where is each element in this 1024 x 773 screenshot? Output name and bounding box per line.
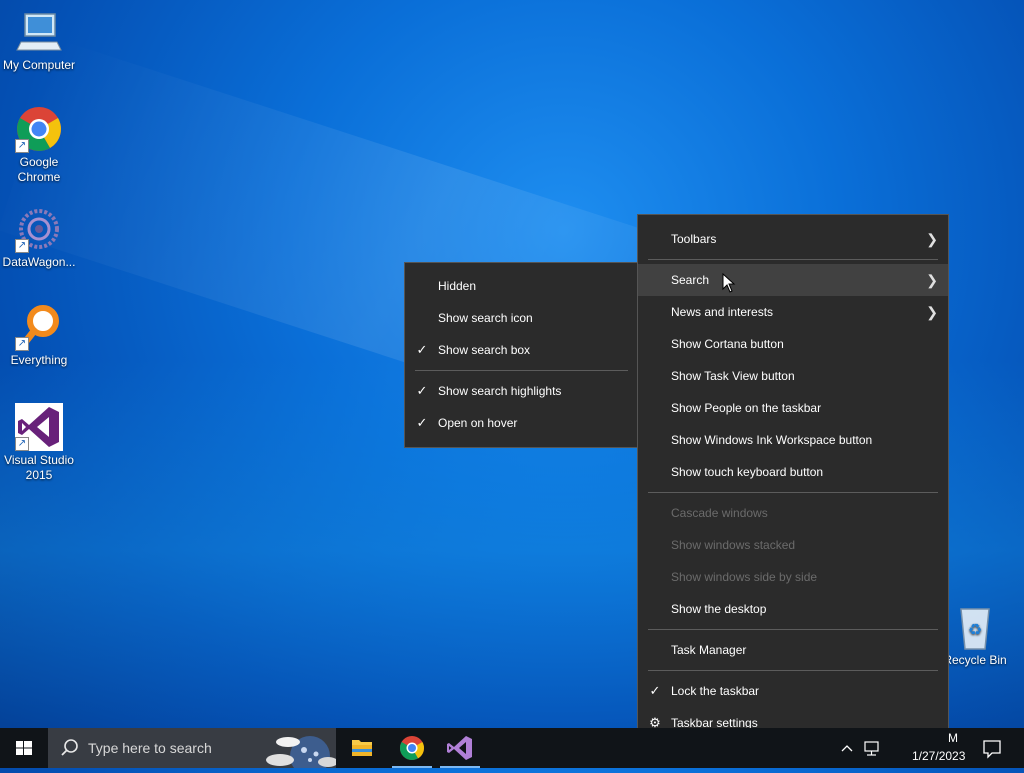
menu-separator bbox=[648, 259, 938, 260]
taskbar-visual-studio[interactable] bbox=[436, 728, 484, 768]
action-center-button[interactable] bbox=[980, 728, 1004, 768]
menu-item-label: Task Manager bbox=[671, 643, 747, 657]
desktop-icon-visual-studio[interactable]: ↗ Visual Studio 2015 bbox=[0, 403, 78, 483]
menu-item-label: Show search box bbox=[438, 343, 531, 357]
menu-item-label: Toolbars bbox=[671, 232, 717, 246]
menu-item-news-and-interests[interactable]: News and interests ❯ bbox=[638, 296, 948, 328]
network-icon bbox=[864, 741, 879, 756]
taskbar: Type here to search M 1/27/2023 bbox=[0, 728, 1024, 768]
menu-item-label: Show search highlights bbox=[438, 384, 562, 398]
menu-item-label: Cascade windows bbox=[671, 506, 768, 520]
shortcut-arrow-icon: ↗ bbox=[15, 139, 29, 153]
desktop-icon-datawagon[interactable]: ↗ DataWagon... bbox=[0, 205, 78, 270]
checkmark-icon: ✓ bbox=[416, 342, 428, 357]
menu-item-label: Search bbox=[671, 273, 710, 287]
checkmark-icon: ✓ bbox=[416, 415, 428, 430]
windows-logo-icon bbox=[16, 741, 32, 755]
menu-item-task-manager[interactable]: Task Manager bbox=[638, 634, 948, 666]
menu-item-label: Hidden bbox=[438, 279, 477, 293]
clock-date: 1/27/2023 bbox=[912, 749, 966, 763]
menu-item-label: News and interests bbox=[671, 305, 774, 319]
recycle-bin-icon: ♻ bbox=[951, 603, 999, 651]
chrome-icon: ↗ bbox=[15, 105, 63, 153]
menu-item-show-task-view-button[interactable]: Show Task View button bbox=[638, 360, 948, 392]
menu-item-label: Show windows stacked bbox=[671, 538, 796, 552]
menu-item-show-cortana-button[interactable]: Show Cortana button bbox=[638, 328, 948, 360]
menu-separator bbox=[648, 670, 938, 671]
computer-icon bbox=[15, 8, 63, 56]
menu-separator bbox=[415, 370, 628, 371]
menu-item-label: Show Windows Ink Workspace button bbox=[671, 433, 873, 447]
menu-item-label: Show People on the taskbar bbox=[671, 401, 822, 415]
menu-item-show-windows-stacked: Show windows stacked bbox=[638, 529, 948, 561]
shortcut-arrow-icon: ↗ bbox=[15, 437, 29, 451]
desktop-icon-label: Visual Studio 2015 bbox=[4, 453, 74, 482]
visual-studio-icon: ↗ bbox=[15, 403, 63, 451]
svg-text:♻: ♻ bbox=[968, 620, 982, 639]
visual-studio-icon bbox=[447, 736, 472, 760]
checkmark-icon: ✓ bbox=[649, 683, 661, 698]
menu-item-search[interactable]: Search ❯ bbox=[638, 264, 948, 296]
menu-item-show-the-desktop[interactable]: Show the desktop bbox=[638, 593, 948, 625]
menu-item-label: Show windows side by side bbox=[671, 570, 818, 584]
menu-item-show-search-icon[interactable]: Show search icon bbox=[405, 302, 638, 334]
chevron-right-icon: ❯ bbox=[926, 231, 938, 247]
desktop-icon-my-computer[interactable]: My Computer bbox=[0, 8, 78, 73]
menu-separator bbox=[648, 492, 938, 493]
checkmark-icon: ✓ bbox=[416, 383, 428, 398]
chevron-right-icon: ❯ bbox=[926, 304, 938, 320]
menu-item-show-search-box[interactable]: ✓ Show search box bbox=[405, 334, 638, 366]
start-button[interactable] bbox=[0, 728, 48, 768]
taskbar-chrome[interactable] bbox=[388, 728, 436, 768]
clock-time: M bbox=[948, 731, 958, 745]
desktop-icon-label: DataWagon... bbox=[2, 255, 76, 269]
desktop-icon-label: Google Chrome bbox=[17, 155, 61, 184]
menu-item-label: Show Task View button bbox=[671, 369, 795, 383]
menu-item-label: Show search icon bbox=[438, 311, 533, 325]
chevron-up-icon bbox=[841, 745, 853, 752]
menu-item-label: Open on hover bbox=[438, 416, 518, 430]
shortcut-arrow-icon: ↗ bbox=[15, 239, 29, 253]
menu-item-show-windows-side-by-side: Show windows side by side bbox=[638, 561, 948, 593]
menu-item-lock-the-taskbar[interactable]: ✓ Lock the taskbar bbox=[638, 675, 948, 707]
menu-item-open-on-hover[interactable]: ✓ Open on hover bbox=[405, 407, 638, 439]
taskbar-context-menu: Toolbars ❯ Search ❯ News and interests ❯… bbox=[637, 214, 949, 748]
mouse-cursor-icon bbox=[722, 272, 736, 298]
menu-item-show-ink-workspace[interactable]: Show Windows Ink Workspace button bbox=[638, 424, 948, 456]
network-status-button[interactable] bbox=[860, 728, 884, 768]
search-highlight-illustration bbox=[266, 736, 336, 768]
chevron-right-icon: ❯ bbox=[926, 272, 938, 288]
datawagon-icon: ↗ bbox=[15, 205, 63, 253]
show-hidden-icons-button[interactable] bbox=[838, 728, 856, 768]
menu-item-show-touch-keyboard[interactable]: Show touch keyboard button bbox=[638, 456, 948, 488]
menu-item-label: Lock the taskbar bbox=[671, 684, 760, 698]
menu-item-toolbars[interactable]: Toolbars ❯ bbox=[638, 223, 948, 255]
menu-item-show-people[interactable]: Show People on the taskbar bbox=[638, 392, 948, 424]
search-placeholder: Type here to search bbox=[88, 740, 212, 756]
desktop-icon-google-chrome[interactable]: ↗ Google Chrome bbox=[0, 105, 78, 185]
menu-item-label: Show touch keyboard button bbox=[671, 465, 824, 479]
search-submenu: Hidden Show search icon ✓ Show search bo… bbox=[404, 262, 639, 448]
chrome-icon bbox=[399, 736, 425, 761]
menu-separator bbox=[648, 629, 938, 630]
notification-icon bbox=[983, 740, 1001, 759]
file-explorer-icon bbox=[352, 740, 372, 756]
menu-item-label: Show Cortana button bbox=[671, 337, 784, 351]
menu-item-cascade-windows: Cascade windows bbox=[638, 497, 948, 529]
desktop-icon-label: Everything bbox=[10, 353, 68, 367]
desktop-icon-label: My Computer bbox=[2, 58, 76, 72]
taskbar-file-explorer[interactable] bbox=[338, 728, 386, 768]
taskbar-search-box[interactable]: Type here to search bbox=[48, 728, 336, 768]
everything-icon: ↗ bbox=[15, 303, 63, 351]
desktop-icon-everything[interactable]: ↗ Everything bbox=[0, 303, 78, 368]
menu-item-label: Show the desktop bbox=[671, 602, 767, 616]
clock[interactable]: M 1/27/2023 bbox=[886, 728, 982, 768]
menu-item-show-search-highlights[interactable]: ✓ Show search highlights bbox=[405, 375, 638, 407]
shortcut-arrow-icon: ↗ bbox=[15, 337, 29, 351]
menu-item-hidden[interactable]: Hidden bbox=[405, 270, 638, 302]
search-icon bbox=[61, 739, 78, 756]
